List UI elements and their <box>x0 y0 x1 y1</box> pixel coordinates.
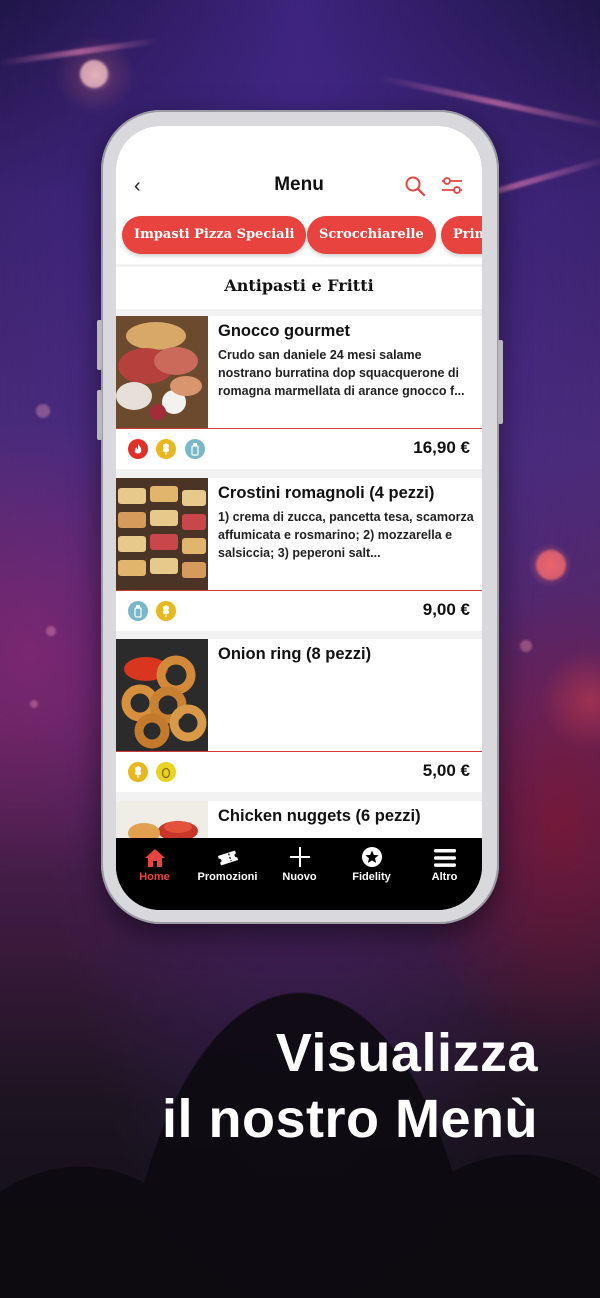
gluten-icon <box>156 601 176 621</box>
search-icon[interactable] <box>404 175 426 197</box>
phone-side-button <box>97 390 102 440</box>
menu-item-card[interactable]: Chicken nuggets (6 pezzi) <box>116 801 482 838</box>
item-footer: 9,00 € <box>116 591 482 631</box>
category-chip[interactable]: Impasti Pizza Speciali <box>122 216 307 254</box>
item-price: 9,00 € <box>422 600 470 619</box>
tab-fidelity[interactable]: Fidelity <box>335 842 408 883</box>
page-title: Menu <box>274 174 324 195</box>
ticket-icon <box>217 850 238 866</box>
gluten-icon <box>128 762 148 782</box>
star-icon <box>361 847 382 867</box>
gluten-icon <box>156 439 176 459</box>
item-footer: 16,90 € <box>116 429 482 469</box>
bottom-tab-bar: Home Promozioni Nuovo Fidelity Altro <box>116 838 482 910</box>
tab-label: Home <box>139 871 170 883</box>
caption-line: Visualizza <box>275 1023 538 1083</box>
item-description: 1) crema di zucca, pancetta tesa, scamor… <box>218 510 474 560</box>
item-name: Crostini romagnoli (4 pezzi) <box>218 484 435 502</box>
item-price: 5,00 € <box>422 761 470 780</box>
bokeh-light <box>536 550 566 580</box>
menu-item-card[interactable]: Gnocco gourmet Crudo san daniele 24 mesi… <box>116 316 482 469</box>
item-name: Onion ring (8 pezzi) <box>218 645 372 663</box>
bokeh-light <box>520 640 532 652</box>
light-beam <box>0 37 159 66</box>
promo-caption: Visualizza il nostro Menù <box>162 1020 538 1152</box>
tab-label: Fidelity <box>352 871 391 883</box>
tab-label: Altro <box>431 871 458 883</box>
phone-side-button <box>97 320 102 370</box>
bokeh-light <box>36 404 50 418</box>
section-title: Antipasti e Fritti <box>116 267 482 309</box>
home-icon <box>144 849 165 867</box>
category-chip[interactable]: Prim <box>441 216 482 254</box>
tab-nuovo[interactable]: Nuovo <box>263 842 336 883</box>
phone-side-button <box>498 340 503 424</box>
app-content: ‹ Menu Impasti Pizza Speciali Scrocchiar… <box>116 126 482 838</box>
bokeh-light <box>46 626 56 636</box>
plus-icon <box>289 847 310 867</box>
item-name: Gnocco gourmet <box>218 322 351 340</box>
item-price: 16,90 € <box>413 438 470 457</box>
food-image <box>116 478 208 590</box>
menu-item-card[interactable]: Onion ring (8 pezzi) 5,00 € <box>116 639 482 792</box>
menu-item-card[interactable]: Crostini romagnoli (4 pezzi) 1) crema di… <box>116 478 482 631</box>
food-image <box>116 639 208 751</box>
tab-home[interactable]: Home <box>118 842 191 883</box>
category-chips: Impasti Pizza Speciali Scrocchiarelle Pr… <box>116 214 482 264</box>
tab-altro[interactable]: Altro <box>408 842 481 883</box>
egg-icon <box>156 762 176 782</box>
milk-icon <box>185 439 205 459</box>
spicy-icon <box>128 439 148 459</box>
bokeh-light <box>80 60 108 88</box>
item-name: Chicken nuggets (6 pezzi) <box>218 807 421 825</box>
caption-line: il nostro Menù <box>162 1089 538 1149</box>
top-bar: ‹ Menu <box>116 126 482 214</box>
milk-icon <box>128 601 148 621</box>
bokeh-light <box>30 700 38 708</box>
menu-icon <box>433 849 456 867</box>
category-chip[interactable]: Scrocchiarelle <box>307 216 436 254</box>
tab-promozioni[interactable]: Promozioni <box>191 842 264 883</box>
item-description: Crudo san daniele 24 mesi salame nostran… <box>218 348 465 398</box>
tab-label: Promozioni <box>197 871 258 883</box>
tab-label: Nuovo <box>282 871 317 883</box>
food-image <box>116 316 208 428</box>
phone-screen: ‹ Menu Impasti Pizza Speciali Scrocchiar… <box>116 126 482 910</box>
item-footer: 5,00 € <box>116 752 482 792</box>
food-image <box>116 801 208 838</box>
filter-icon[interactable] <box>440 175 464 197</box>
